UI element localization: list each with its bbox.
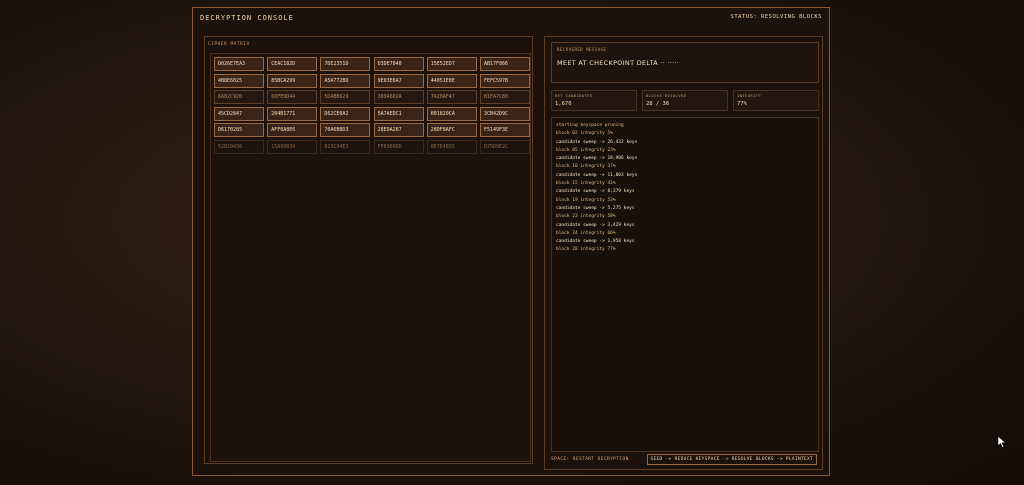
cipher-cell[interactable]: D62CE0A2 <box>320 106 371 121</box>
cipher-cell[interactable]: 3CB42D9C <box>479 106 530 121</box>
cipher-cell[interactable]: 44051E0E <box>426 73 477 88</box>
stat-label: INTEGRITY <box>737 93 762 98</box>
console-title: DECRYPTION CONSOLE <box>200 14 294 22</box>
cipher-cell[interactable]: 85BCA299 <box>267 73 318 88</box>
recovered-message-box: RECOVERED MESSAGE MEET AT CHECKPOINT DEL… <box>551 42 819 83</box>
stat-key-candidates: KEY CANDIDATES 1,670 <box>551 90 637 111</box>
log-line: block 28 integrity 77% <box>556 247 616 253</box>
cipher-cell[interactable]: 3D946D2A <box>373 90 424 105</box>
log-line: candidate sweep -> 3,429 keys <box>556 222 635 228</box>
stat-value: 28 / 36 <box>646 101 670 107</box>
cipher-cell[interactable]: 52810436 <box>214 139 264 154</box>
log-line: block 23 integrity 58% <box>556 214 616 220</box>
cipher-cell[interactable]: 15E52ED7 <box>426 57 477 71</box>
cipher-cell[interactable]: FEFC597B <box>479 73 530 88</box>
cipher-matrix-box: D026E7EA3 CEAC182D 7DE2351D D3DE7040 15E52ED… <box>210 53 531 462</box>
log-line: block 02 integrity 5% <box>556 131 613 137</box>
cipher-cell[interactable]: 7DE2351D <box>320 57 371 71</box>
stat-blocks-resolved: BLOCKS RESOLVED 28 / 36 <box>642 90 728 111</box>
cipher-cell[interactable]: 28EDA267 <box>373 123 424 138</box>
cipher-cell[interactable]: 15A99834 <box>267 139 318 154</box>
cipher-cell[interactable]: D3DE7040 <box>373 57 424 71</box>
log-line: block 15 integrity 41% <box>556 181 616 187</box>
log-line: candidate sweep -> 11,803 keys <box>556 172 638 178</box>
log-line: starting keyspace pruning <box>556 123 624 128</box>
log-line: candidate sweep -> 5,275 keys <box>556 205 635 211</box>
cipher-grid: D026E7EA3 CEAC182D 7DE2351D D3DE7040 15E52ED… <box>214 57 530 154</box>
cipher-cell[interactable]: 4B8E6025 <box>214 73 264 88</box>
cipher-cell[interactable]: AFF0A8E6 <box>267 123 318 138</box>
cipher-cell[interactable]: AB17F866 <box>479 57 530 71</box>
status-indicator: STATUS: RESOLVING BLOCKS <box>730 14 822 20</box>
log-line: candidate sweep -> 1,958 keys <box>556 239 635 245</box>
cipher-cell[interactable]: D75D9E2C <box>479 139 530 154</box>
stat-label: BLOCKS RESOLVED <box>646 93 687 98</box>
cipher-cell[interactable]: 823C94E3 <box>320 139 371 154</box>
cipher-cell[interactable]: 7A20AF47 <box>426 90 477 105</box>
cipher-cell[interactable]: 204B1771 <box>267 106 318 121</box>
decryption-console: DECRYPTION CONSOLE STATUS: RESOLVING BLO… <box>192 7 830 476</box>
cipher-cell[interactable]: B1FA7C80 <box>479 90 530 105</box>
stat-value: 77% <box>737 101 747 107</box>
stat-integrity: INTEGRITY 77% <box>733 90 819 111</box>
cipher-cell[interactable]: 60FE0D44 <box>267 90 318 105</box>
cipher-cell[interactable]: F5149F3E <box>479 123 530 138</box>
cipher-cell[interactable]: CEAC182D <box>267 57 318 71</box>
stat-label: KEY CANDIDATES <box>555 93 593 98</box>
cipher-matrix-panel: CIPHER MATRIX D026E7EA3 CEAC182D 7DE2351D D… <box>204 36 533 464</box>
cipher-matrix-label: CIPHER MATRIX <box>208 42 250 47</box>
cipher-cell[interactable]: 5DABB629 <box>320 90 371 105</box>
log-line: block 19 integrity 53% <box>556 197 616 203</box>
recovered-message-text: MEET AT CHECKPOINT DELTA ·· ····· <box>557 59 680 67</box>
cipher-cell[interactable]: D6170285 <box>214 123 264 138</box>
cipher-cell[interactable]: 8E7E4855 <box>426 139 477 154</box>
output-panel: RECOVERED MESSAGE MEET AT CHECKPOINT DEL… <box>544 36 823 470</box>
cipher-cell[interactable]: 6A02C920 <box>214 90 264 105</box>
cipher-cell[interactable]: B01820CA <box>426 106 477 121</box>
cipher-cell[interactable]: 70A6BBD3 <box>320 123 371 138</box>
log-line: candidate sweep -> 26,432 keys <box>556 139 638 145</box>
restart-hint: SPACE: RESTART DECRYPTION <box>551 457 629 462</box>
log-line: candidate sweep -> 18,906 keys <box>556 156 638 162</box>
mouse-cursor-icon <box>997 436 1007 448</box>
cipher-cell[interactable]: 45CD2847 <box>214 106 264 121</box>
cipher-cell[interactable]: FF69EADD <box>373 139 424 154</box>
cipher-cell[interactable]: D026E7EA3 <box>214 57 264 71</box>
log-line: block 24 integrity 66% <box>556 230 616 236</box>
cipher-cell[interactable]: 5A7AEDC1 <box>373 106 424 121</box>
cipher-cell[interactable]: 28DF8AFC <box>426 123 477 138</box>
log-line: candidate sweep -> 8,379 keys <box>556 189 635 195</box>
cipher-cell[interactable]: 9E03E6A7 <box>373 73 424 88</box>
log-line: block 10 integrity 37% <box>556 164 616 170</box>
activity-log[interactable]: starting keyspace pruning block 02 integr… <box>551 117 819 452</box>
pipeline-flow: SEED -> REDUCE KEYSPACE -> RESOLVE BLOCK… <box>646 454 817 465</box>
cipher-cell[interactable]: A5A772BD <box>320 73 371 88</box>
log-line: block 05 integrity 23% <box>556 147 616 153</box>
stat-value: 1,670 <box>555 101 572 107</box>
recovered-message-label: RECOVERED MESSAGE <box>557 47 607 52</box>
